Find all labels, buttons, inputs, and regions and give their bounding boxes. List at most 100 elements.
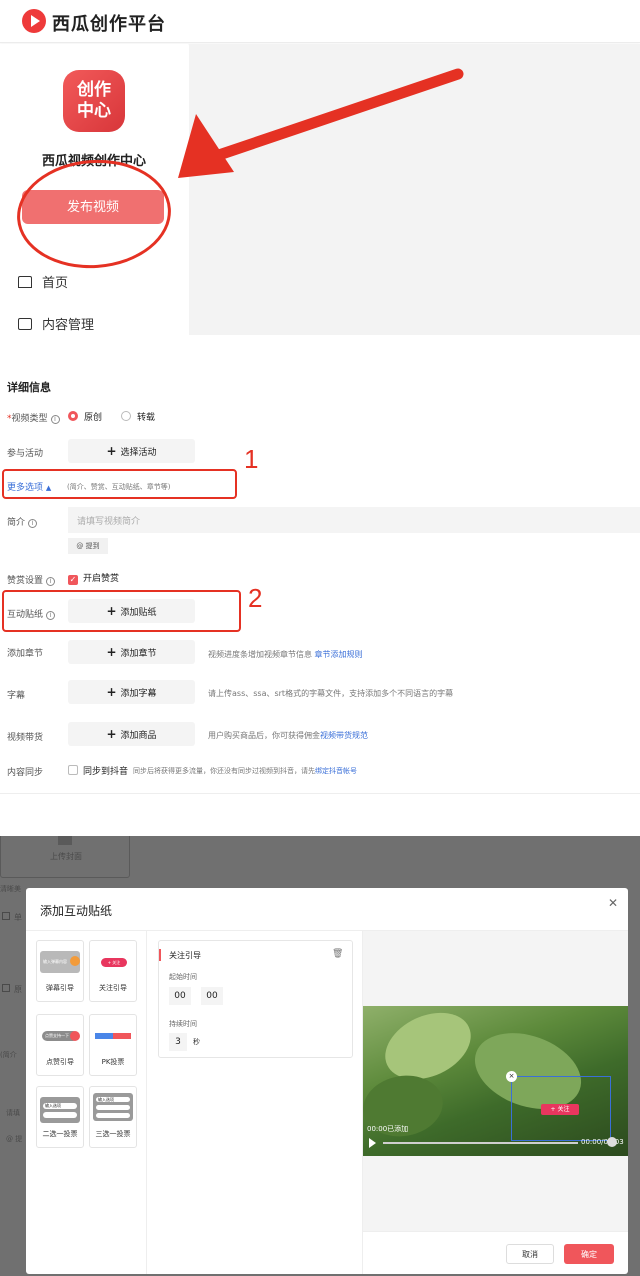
progress-track[interactable] [383,1142,578,1144]
label-text: 视频类型 [11,414,48,424]
cancel-button[interactable]: 取消 [506,1244,554,1264]
sticker-config-card: 关注引导 🗑 起始时间 00 00 持续时间 3 秒 [158,940,353,1058]
plus-icon: + [106,645,117,659]
thumb-text: 输入弹幕内容 [43,959,67,964]
radio-unchecked-icon [121,411,131,421]
vote-option [96,1113,130,1118]
radio-repost[interactable]: 转载 [121,410,155,423]
sticker-label: 弹幕引导 [46,984,74,992]
plus-icon: + [106,727,117,741]
sync-hint: 同步后将获得更多流量，你还没有同步过视频到抖音，请先绑定抖音帐号 [133,766,357,776]
preview-area: × + 关注 00:00已添加 00:00/00:03 [363,931,628,1231]
info-icon: i [28,519,38,528]
upload-cover-label: 上传封面 [50,852,82,861]
label-text: 赞赏设置 [7,576,44,586]
select-activity-button[interactable]: + 选择活动 [68,439,195,463]
start-second-input[interactable]: 00 [201,987,223,1005]
bind-douyin-link[interactable]: 绑定抖音帐号 [315,767,357,775]
subtitle-hint: 请上传ass、ssa、srt格式的字幕文件，支持添加多个不同语言的字幕 [208,689,454,698]
divider [0,793,640,794]
creator-center-logo: 创作 中心 [63,70,125,132]
button-label: 添加商品 [120,731,157,741]
badge-icon [70,956,80,966]
sticker-label: 三选一投票 [95,1130,131,1138]
video-preview: × + 关注 00:00已添加 00:00/00:03 [363,1006,628,1156]
mention-button[interactable]: @ 提到 [68,538,108,554]
add-sticker-modal: 添加互动贴纸 ✕ 输入弹幕内容 弹幕引导 + 关注 关注引导 点赞支持一下 点赞引导 … [26,888,628,1274]
red-box-annotation-1 [2,469,237,499]
add-goods-button[interactable]: + 添加商品 [68,722,195,746]
checkbox-icon [2,984,10,992]
sticker-card-vote-three[interactable]: 输入选项 三选一投票 [89,1086,137,1148]
sticker-card-danmu[interactable]: 输入弹幕内容弹幕引导 [36,940,84,1002]
trash-icon[interactable]: 🗑 [332,949,343,959]
duration-input[interactable]: 3 [169,1033,187,1051]
sticker-modal-screenshot: 上传封面 清晰美 单 原 (简介 请填 @ 提 添加互动贴纸 ✕ 输入弹幕内容弹… [0,836,640,1276]
sticker-card-follow[interactable]: + 关注 关注引导 [89,940,137,1002]
sticker-card-pk[interactable]: PK投票 [89,1014,137,1076]
reward-checkbox[interactable]: ✓ 开启赞赏 [68,571,119,585]
thumb-text: + 关注 [101,958,127,967]
detail-form-screenshot: 详细信息 *视频类型 i 原创 转载 参与活动 + 选择活动 更多选项 ▲ (简介、… [0,368,640,798]
sticker-card-like[interactable]: 点赞支持一下点赞引导 [36,1014,84,1076]
bg-text: @ 提 [6,1135,23,1143]
button-label: 添加章节 [120,649,157,659]
subtitle-label: 字幕 [7,691,26,701]
duration-label: 持续时间 [169,1020,197,1028]
sync-label: 内容同步 [7,768,44,778]
sidebar-item-content[interactable]: 内容管理 [18,314,94,333]
plus-icon: + [106,685,117,699]
pk-bar-right [113,1033,131,1039]
pk-bar-left [95,1033,113,1039]
hint-text: 同步后将获得更多流量，你还没有同步过视频到抖音，请先 [133,767,315,775]
sync-checkbox[interactable]: 同步到抖音 [68,764,128,777]
follow-sticker[interactable]: + 关注 [541,1104,579,1115]
chapter-rules-link[interactable]: 章节添加规则 [315,650,363,659]
confirm-button[interactable]: 确定 [564,1244,614,1264]
sticker-card-vote-two[interactable]: 输入选项 二选一投票 [36,1086,84,1148]
chapter-label: 添加章节 [7,649,44,659]
bg-text: 请填 [6,1109,20,1117]
reward-label: 赞赏设置 i [7,573,56,586]
sticker-thumb: 输入弹幕内容 [40,951,80,973]
config-title: 关注引导 [169,951,201,960]
modal-title: 添加互动贴纸 [40,904,113,918]
intro-input[interactable]: 请填写视频简介 [68,507,640,533]
radio-original[interactable]: 原创 [68,410,102,423]
sidebar-screenshot: 西瓜创作平台 创作 中心 西瓜视频创作中心 发布视频 首页 内容管理 [0,0,640,335]
preview-time: 00:00/00:03 [581,1138,624,1146]
radio-label: 原创 [84,413,103,423]
sticker-label: 点赞引导 [46,1058,74,1066]
info-icon: i [50,415,60,424]
sticker-label: PK投票 [101,1058,125,1066]
checkbox-label: 同步到抖音 [83,767,129,777]
sidebar-item-home[interactable]: 首页 [18,272,68,291]
sidebar-item-label: 首页 [42,276,69,291]
home-icon [18,276,32,288]
image-icon [58,836,72,845]
radio-checked-icon [68,411,78,421]
sticker-thumb: 点赞支持一下 [40,1025,80,1047]
checkbox-icon [2,912,10,920]
goods-rules-link[interactable]: 视频带货规范 [320,731,368,740]
play-icon[interactable] [369,1138,376,1148]
duration-unit: 秒 [193,1038,200,1046]
thumb-text: 输入选项 [43,1103,77,1109]
start-minute-input[interactable]: 00 [169,987,191,1005]
check-icon: ✓ [68,575,78,585]
goods-label: 视频带货 [7,733,44,743]
annotation-number-2: 2 [248,583,263,613]
thumb-text: 输入选项 [96,1097,130,1102]
remove-sticker-icon[interactable]: × [506,1071,517,1082]
checkbox-label: 开启赞赏 [83,574,120,584]
add-chapter-button[interactable]: + 添加章节 [68,640,195,664]
button-label: 添加字幕 [120,689,157,699]
top-bar: 西瓜创作平台 [0,0,640,43]
label-text: 简介 [7,518,26,528]
upload-cover-box: 上传封面 [0,836,130,878]
add-subtitle-button[interactable]: + 添加字幕 [68,680,195,704]
close-icon[interactable]: ✕ [608,896,618,910]
section-title: 详细信息 [7,381,51,394]
fullscreen-icon[interactable] [607,1137,617,1147]
checkbox-icon [68,765,78,775]
